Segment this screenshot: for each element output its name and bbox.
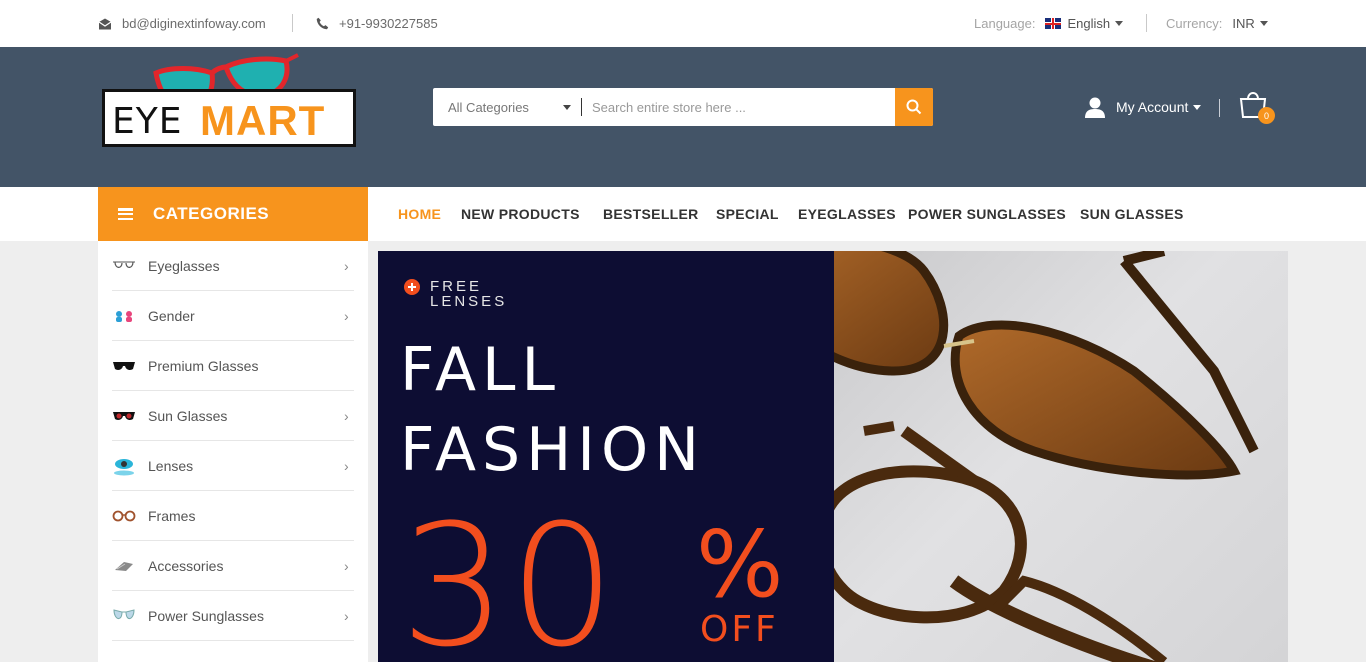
- menu-icon: [118, 208, 133, 220]
- my-account-menu[interactable]: My Account: [1084, 95, 1202, 119]
- logo-text-mart: MART: [200, 97, 326, 144]
- nav-power-sunglasses[interactable]: POWER SUNGLASSES: [908, 187, 1066, 241]
- currency-label: Currency:: [1166, 16, 1223, 31]
- uk-flag-icon: [1045, 18, 1062, 29]
- banner-off-text: OFF: [700, 609, 779, 650]
- free-line-2: LENSES: [430, 293, 508, 310]
- sidebar-item-label: Frames: [148, 507, 196, 524]
- accessories-icon: [112, 560, 148, 572]
- envelope-icon: [98, 18, 112, 29]
- chevron-right-icon: ›: [344, 307, 349, 324]
- nav-home[interactable]: HOME: [398, 187, 441, 241]
- search-category-select[interactable]: All Categories: [433, 88, 581, 126]
- chevron-right-icon: ›: [344, 457, 349, 474]
- phone-icon: [316, 17, 329, 30]
- banner-text-panel: FREE LENSES FALL FASHION 30 % OFF: [378, 251, 834, 662]
- language-value-wrap: English: [1045, 16, 1124, 31]
- categories-toggle[interactable]: CATEGORIES: [98, 187, 368, 241]
- caret-down-icon: [1115, 21, 1124, 26]
- hero-banner[interactable]: FREE LENSES FALL FASHION 30 % OFF: [378, 251, 1288, 662]
- top-bar: bd@diginextinfoway.com +91-9930227585 La…: [0, 0, 1366, 47]
- sidebar-item-power-sunglasses[interactable]: Power Sunglasses ›: [112, 591, 354, 641]
- language-label: Language:: [974, 16, 1036, 31]
- cart-button[interactable]: 0: [1238, 89, 1278, 125]
- categories-title: CATEGORIES: [153, 204, 270, 223]
- phone-text: +91-9930227585: [339, 16, 438, 31]
- power-sunglasses-icon: [112, 608, 148, 624]
- sidebar-item-frames[interactable]: Frames: [112, 491, 354, 541]
- free-line-1: FREE: [430, 278, 483, 295]
- search-category-value: All Categories: [448, 99, 529, 115]
- nav-special[interactable]: SPECIAL: [716, 187, 779, 241]
- chevron-right-icon: ›: [344, 607, 349, 624]
- caret-down-icon: [1193, 104, 1202, 110]
- currency-value: INR: [1232, 16, 1255, 31]
- sidebar-item-label: Lenses: [148, 457, 194, 474]
- sidebar-item-label: Gender: [148, 307, 195, 324]
- sidebar-item-sun-glasses[interactable]: Sun Glasses ›: [112, 391, 354, 441]
- topbar-divider: [292, 14, 293, 32]
- header-divider: [1219, 99, 1220, 117]
- nav-sun-glasses[interactable]: SUN GLASSES: [1080, 187, 1184, 241]
- sidebar-item-eyeglasses[interactable]: Eyeglasses ›: [112, 241, 354, 291]
- chevron-right-icon: ›: [344, 557, 349, 574]
- search-bar: All Categories: [433, 88, 933, 126]
- cart-count-badge: 0: [1258, 107, 1275, 124]
- chevron-right-icon: ›: [344, 257, 349, 274]
- sidebar-item-premium-glasses[interactable]: Premium Glasses: [112, 341, 354, 391]
- category-sidebar: Eyeglasses › Gender › Premium Glasses Su…: [98, 241, 368, 662]
- banner-headline-2: FASHION: [400, 415, 706, 485]
- chevron-right-icon: ›: [344, 407, 349, 424]
- nav-new-products[interactable]: NEW PRODUCTS: [461, 187, 580, 241]
- banner-percent-sign: %: [696, 511, 784, 618]
- email-contact[interactable]: bd@diginextinfoway.com: [98, 0, 266, 47]
- caret-down-icon: [563, 105, 571, 110]
- sidebar-item-label: Power Sunglasses: [148, 607, 264, 624]
- banner-product-image: [758, 251, 1288, 662]
- search-icon: [906, 99, 922, 115]
- caret-down-icon: [1259, 21, 1268, 26]
- lenses-icon: [112, 456, 148, 476]
- premium-glasses-icon: [112, 360, 148, 372]
- sidebar-item-label: Accessories: [148, 557, 224, 574]
- sidebar-item-label: Sun Glasses: [148, 407, 228, 424]
- phone-contact[interactable]: +91-9930227585: [316, 0, 438, 47]
- language-selector[interactable]: Language: English: [974, 0, 1124, 47]
- sidebar-item-accessories[interactable]: Accessories ›: [112, 541, 354, 591]
- nav-eyeglasses[interactable]: EYEGLASSES: [798, 187, 896, 241]
- logo[interactable]: EYE MART: [100, 53, 358, 149]
- free-lenses-badge: FREE LENSES: [404, 279, 507, 309]
- currency-selector[interactable]: Currency: INR: [1166, 0, 1268, 47]
- frames-icon: [112, 510, 148, 522]
- search-input[interactable]: [582, 88, 895, 126]
- email-text: bd@diginextinfoway.com: [122, 16, 266, 31]
- my-account-label: My Account: [1116, 99, 1189, 115]
- plus-icon: [404, 279, 420, 295]
- main-nav: CATEGORIES HOME NEW PRODUCTS BESTSELLER …: [0, 187, 1366, 241]
- user-icon: [1085, 97, 1105, 118]
- eyeglasses-icon: [112, 259, 148, 273]
- sidebar-item-lenses[interactable]: Lenses ›: [112, 441, 354, 491]
- sidebar-item-label: Eyeglasses: [148, 257, 220, 274]
- sunglasses-icon: [112, 410, 148, 422]
- logo-text-eye: EYE: [112, 101, 183, 142]
- banner-discount-number: 30: [400, 488, 618, 662]
- sidebar-item-partial[interactable]: [112, 641, 354, 662]
- banner-headline-1: FALL: [400, 335, 561, 405]
- language-value: English: [1067, 16, 1111, 31]
- currency-value-wrap: INR: [1232, 16, 1268, 31]
- sidebar-item-label: Premium Glasses: [148, 357, 259, 374]
- site-header: EYE MART All Categories My Account 0: [0, 47, 1366, 187]
- sunglasses-product-image: [758, 251, 1259, 662]
- topbar-divider: [1146, 14, 1147, 32]
- free-lenses-text: FREE LENSES: [430, 279, 507, 309]
- nav-bestseller[interactable]: BESTSELLER: [603, 187, 699, 241]
- sidebar-item-gender[interactable]: Gender ›: [112, 291, 354, 341]
- gender-icon: [112, 309, 148, 323]
- search-button[interactable]: [895, 88, 933, 126]
